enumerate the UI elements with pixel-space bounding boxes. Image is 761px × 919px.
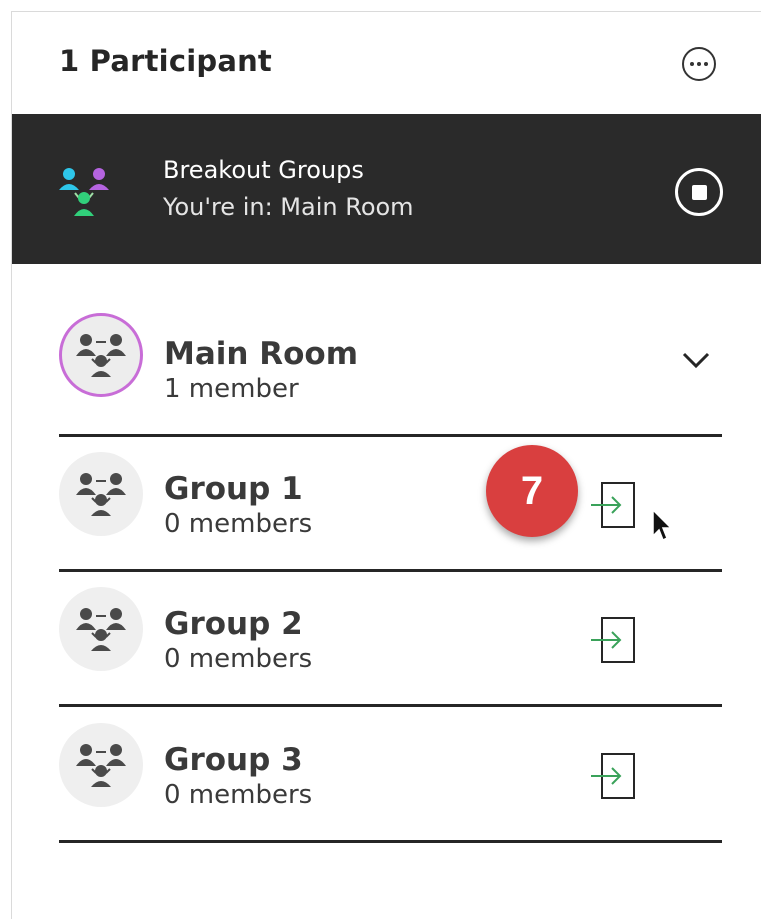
group-member-count: 1 member (164, 374, 299, 404)
participants-panel: 1 Participant Breakout Groups You're in:… (11, 11, 761, 919)
group-member-count: 0 members (164, 644, 313, 674)
join-icon[interactable] (589, 615, 639, 665)
group-row-main-room[interactable]: Main Room 1 member (59, 302, 722, 437)
step-number-badge: 7 (486, 445, 578, 537)
participant-count-title: 1 Participant (59, 44, 272, 78)
group-row-group-2[interactable]: Group 2 0 members (59, 572, 722, 707)
group-icon (76, 473, 126, 516)
stop-icon (691, 184, 707, 200)
group-row-group-3[interactable]: Group 3 0 members (59, 708, 722, 843)
join-icon[interactable] (589, 480, 639, 530)
join-icon[interactable] (589, 751, 639, 801)
group-member-count: 0 members (164, 780, 313, 810)
breakout-groups-icon (59, 168, 109, 216)
chevron-down-icon[interactable] (681, 350, 711, 370)
group-name: Group 3 (164, 742, 303, 778)
breakout-groups-banner: Breakout Groups You're in: Main Room (12, 114, 761, 264)
group-icon (76, 334, 126, 377)
group-icon (76, 608, 126, 651)
breakout-groups-title: Breakout Groups (163, 156, 364, 184)
mouse-cursor-icon (652, 508, 673, 542)
end-breakout-button[interactable] (675, 168, 723, 216)
group-avatar (59, 587, 143, 671)
group-icon (76, 744, 126, 787)
group-avatar (59, 313, 143, 397)
current-room-label: You're in: Main Room (163, 193, 414, 221)
group-member-count: 0 members (164, 509, 313, 539)
group-avatar (59, 723, 143, 807)
group-row-group-1[interactable]: Group 1 0 members (59, 437, 722, 572)
group-avatar (59, 452, 143, 536)
group-name: Main Room (164, 336, 359, 372)
more-options-button[interactable] (682, 47, 716, 81)
panel-header: 1 Participant (12, 12, 761, 114)
group-name: Group 2 (164, 606, 303, 642)
group-name: Group 1 (164, 471, 303, 507)
